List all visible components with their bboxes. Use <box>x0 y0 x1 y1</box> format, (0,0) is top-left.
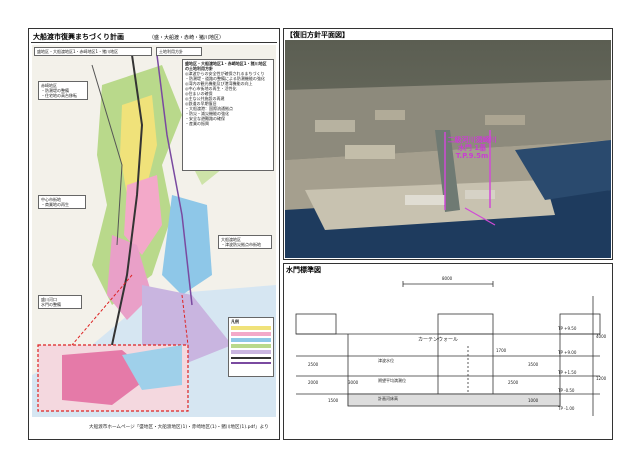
callout-text: ・住宅地の高台移転 <box>41 93 77 98</box>
legend-box: 凡例 <box>228 317 274 377</box>
photo-label-box: 二級河川須崎川 水門 1基 T.P.9.5m <box>431 136 513 160</box>
legend-line <box>231 362 271 364</box>
level-label: TP -1.00 <box>558 406 575 411</box>
left-subtitle: （盛・大船渡・赤崎・猪川地区） <box>149 35 225 41</box>
dim-label: 3500 <box>528 362 539 367</box>
callout-text: 水門の整備 <box>41 302 61 307</box>
dim-label: 3000 <box>348 380 359 385</box>
dim-label: 2000 <box>308 380 319 385</box>
legend-swatch <box>231 326 271 330</box>
dim-label: 2500 <box>508 380 519 385</box>
callout-sakari: 盛川河口 水門の整備 <box>38 295 82 309</box>
right-top-panel: 【復旧方針平面図】 二級河川須崎川 水門 1基 T.P.9.5m <box>283 28 613 260</box>
level-label: TP +9.50 <box>558 326 577 331</box>
map-label-2: 土地利用方針 <box>159 49 183 54</box>
callout-text: ・商業地の再生 <box>41 202 69 207</box>
legend-swatch <box>231 332 271 336</box>
legend-swatch <box>231 338 271 342</box>
water-label: 津波水位 <box>378 358 394 363</box>
legend-swatch <box>231 344 271 348</box>
left-title-bar: 大船渡市復興まちづくり計画 （盛・大船渡・赤崎・猪川地区） <box>31 31 277 43</box>
gate-drawing-graphic <box>295 281 601 416</box>
dim-label: 4000 <box>596 334 607 339</box>
level-label: TP +9.00 <box>558 350 577 355</box>
dim-label: 1500 <box>328 398 339 403</box>
water-label: 計画河床高 <box>378 396 398 401</box>
info-box: 盛地区・大船渡地区1・赤崎地区1・猪川地区 の土地利用方針 ◎津波からの安全性が… <box>182 59 274 171</box>
dim-label: 1200 <box>596 376 607 381</box>
map-label-box: 盛地区・大船渡地区1・赤崎地区1・猪川地区 <box>34 47 152 56</box>
info-line: ・産業の振興 <box>185 121 209 126</box>
dim-label: 2500 <box>308 362 319 367</box>
left-footnote: 大船渡市ホームページ「盛地区・大船渡地区(1)・赤崎地区(1)・猪川地区(1).… <box>89 425 269 430</box>
callout-akasaki: 赤崎地区 ・防潮堤の整備 ・住宅地の高台移転 <box>38 81 88 100</box>
level-label: TP +1.50 <box>558 370 577 375</box>
right-top-title: 【復旧方針平面図】 <box>286 31 349 39</box>
dim-label: 1700 <box>496 348 507 353</box>
dim-top: 8000 <box>442 276 453 281</box>
legend-line <box>231 357 271 359</box>
photo-label-3: T.P.9.5m <box>455 152 489 160</box>
right-bottom-panel: 水門標準図 8000 カーテンウォール TP +9.50 TP +9.00 TP… <box>283 263 613 440</box>
city-map: 盛地区・大船渡地区1・赤崎地区1・猪川地区 土地利用方針 盛地区・大船渡地区1・… <box>32 45 276 417</box>
map-label: 盛地区・大船渡地区1・赤崎地区1・猪川地区 <box>37 49 119 54</box>
photo-label-1: 二級河川須崎川 <box>447 136 497 144</box>
gate-drawing: 8000 カーテンウォール TP +9.50 TP +9.00 TP +1.50… <box>288 276 610 438</box>
left-panel: 大船渡市復興まちづくり計画 （盛・大船渡・赤崎・猪川地区） 盛地区・大船渡地区1… <box>28 28 280 440</box>
photo-label-2: 水門 1基 <box>457 144 487 152</box>
right-bottom-title: 水門標準図 <box>286 266 321 274</box>
level-label: TP -0.50 <box>558 388 575 393</box>
aerial-photo: 二級河川須崎川 水門 1基 T.P.9.5m <box>285 40 611 258</box>
legend-swatch <box>231 350 271 354</box>
callout-ofunato: 大船渡地区 ・津波防災拠点市街地 <box>218 235 272 249</box>
callout-center: 中心市街地 ・商業地の再生 <box>38 195 86 209</box>
curtain-wall-label: カーテンウォール <box>418 337 459 343</box>
water-label: 朔望平均満潮位 <box>378 378 406 383</box>
callout-text: ・津波防災拠点市街地 <box>221 242 261 247</box>
legend-title: 凡例 <box>231 319 239 324</box>
dim-label: 1000 <box>528 398 539 403</box>
map-label-box-2: 土地利用方針 <box>156 47 202 56</box>
left-title: 大船渡市復興まちづくり計画 <box>33 33 124 41</box>
